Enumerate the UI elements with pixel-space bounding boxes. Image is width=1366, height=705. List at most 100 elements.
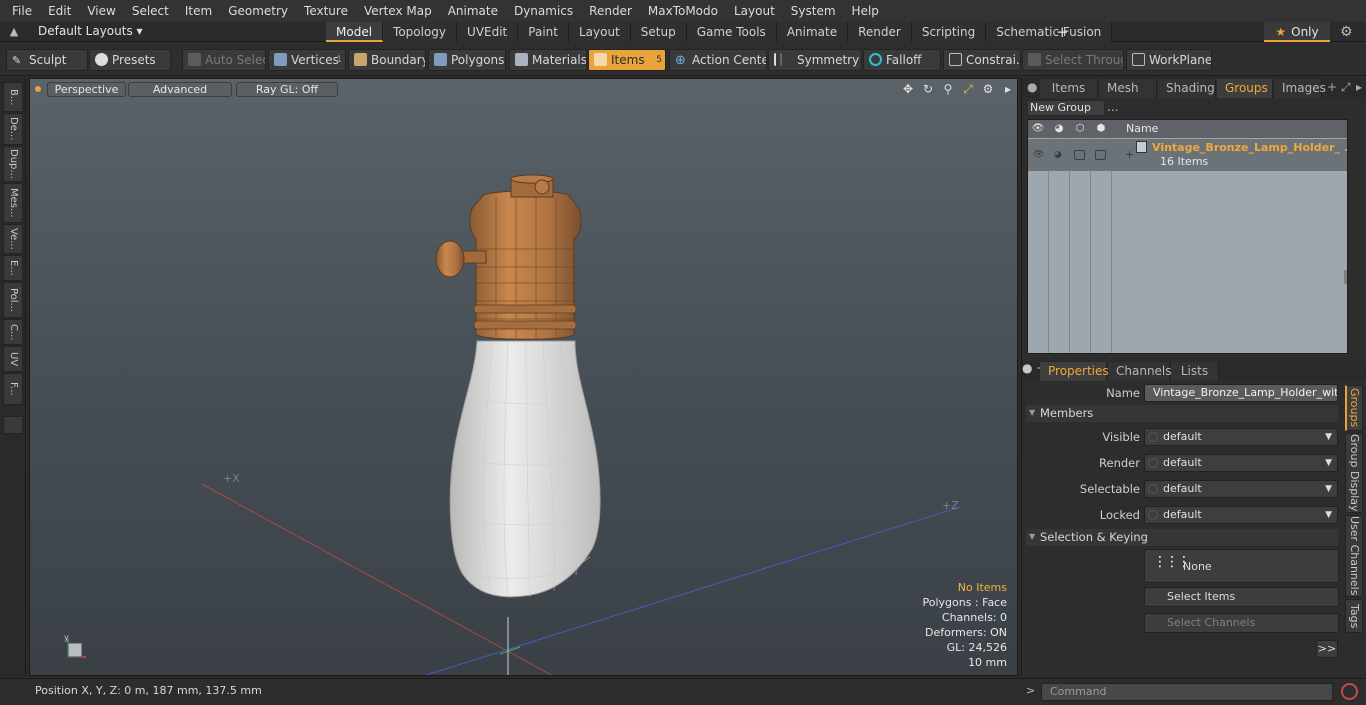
pan-icon[interactable]: ✥: [900, 81, 916, 97]
menu-texture[interactable]: Texture: [296, 0, 356, 22]
polygons-button[interactable]: Polygons: [428, 49, 506, 71]
row-eye-icon[interactable]: 👁: [1033, 150, 1044, 160]
tab-lists[interactable]: Lists: [1171, 362, 1219, 381]
visible-dropdown[interactable]: default ▼: [1144, 428, 1338, 446]
expand-group-icon[interactable]: +: [1125, 148, 1134, 161]
only-toggle[interactable]: ★ Only: [1264, 22, 1330, 42]
list-scrollbar[interactable]: [1344, 270, 1347, 284]
tab-items[interactable]: Items: [1040, 79, 1098, 98]
menu-geometry[interactable]: Geometry: [220, 0, 296, 22]
add-tab-icon[interactable]: +: [1327, 80, 1337, 94]
group-row[interactable]: 👁 ◕ + Vintage_Bronze_Lamp_Holder_ ... 16…: [1028, 139, 1347, 171]
boundary-button[interactable]: Boundary: [348, 49, 426, 71]
constraints-button[interactable]: Constrai...: [943, 49, 1021, 71]
menu-dynamics[interactable]: Dynamics: [506, 0, 581, 22]
group-name-field[interactable]: Vintage_Bronze_Lamp_Holder_with_Li: [1144, 384, 1338, 402]
panel-options-icon[interactable]: ●: [1027, 80, 1037, 94]
left-tab-fusion[interactable]: F...: [3, 373, 23, 405]
shading-button[interactable]: Advanced: [128, 82, 232, 97]
falloff-button[interactable]: Falloff: [863, 49, 941, 71]
left-tab-curve[interactable]: C...: [3, 319, 23, 345]
left-tab-basic[interactable]: B...: [3, 82, 23, 112]
zoom-icon[interactable]: ⚲: [940, 81, 956, 97]
select-items-button[interactable]: Select Items: [1144, 587, 1339, 607]
row-select-checkbox[interactable]: [1074, 150, 1085, 160]
members-section[interactable]: ▼ Members: [1026, 405, 1338, 422]
viewport-more-icon[interactable]: ▸: [1000, 81, 1016, 97]
locked-dropdown[interactable]: default ▼: [1144, 506, 1338, 524]
selection-keying-section[interactable]: ▼ Selection & Keying: [1026, 529, 1338, 546]
tab-animate[interactable]: Animate: [776, 22, 849, 42]
command-input[interactable]: Command: [1041, 683, 1333, 701]
tab-properties[interactable]: Properties: [1040, 362, 1109, 381]
side-tab-group-display[interactable]: Group Display: [1345, 433, 1363, 513]
name-column-header[interactable]: Name: [1126, 122, 1158, 135]
tab-topology[interactable]: Topology: [383, 22, 458, 42]
selectable-dropdown[interactable]: default ▼: [1144, 480, 1338, 498]
left-tab-extra[interactable]: [3, 416, 23, 434]
prop-options-icon[interactable]: ●: [1022, 361, 1032, 375]
menu-select[interactable]: Select: [124, 0, 177, 22]
menu-edit[interactable]: Edit: [40, 0, 79, 22]
menu-layout[interactable]: Layout: [726, 0, 783, 22]
menu-view[interactable]: View: [79, 0, 123, 22]
render-icon[interactable]: ◕: [1052, 122, 1066, 136]
left-tab-deform[interactable]: De...: [3, 113, 23, 145]
tab-images[interactable]: Images: [1274, 79, 1326, 98]
tab-uvedit[interactable]: UVEdit: [457, 22, 519, 42]
tab-scripting[interactable]: Scripting: [911, 22, 987, 42]
gear-icon[interactable]: ⚙: [1340, 24, 1353, 40]
tab-paint[interactable]: Paint: [518, 22, 569, 42]
left-tab-duplicate[interactable]: Dup...: [3, 146, 23, 182]
more-button[interactable]: >>: [1316, 640, 1338, 658]
tab-mesh[interactable]: Mesh ...: [1099, 79, 1157, 114]
tab-groups[interactable]: Groups: [1217, 79, 1273, 98]
workplane-button[interactable]: WorkPlane: [1126, 49, 1212, 71]
tab-channels[interactable]: Channels: [1108, 362, 1172, 381]
collapse-up-icon[interactable]: ▲: [7, 25, 21, 39]
select-cube-icon[interactable]: ⬡: [1073, 122, 1087, 136]
auto-select-button[interactable]: Auto Select: [182, 49, 266, 71]
layout-selector[interactable]: Default Layouts ▾: [38, 24, 143, 38]
maximize-icon[interactable]: ⤢: [960, 81, 976, 97]
tab-setup[interactable]: Setup: [630, 22, 687, 42]
presets-button[interactable]: Presets: [89, 49, 171, 71]
items-button[interactable]: Items 5: [588, 49, 666, 71]
lock-cube-icon[interactable]: ⬢: [1094, 122, 1108, 136]
row-lock-checkbox[interactable]: [1095, 150, 1106, 160]
side-tab-user-channels[interactable]: User Channels: [1345, 515, 1363, 597]
eye-icon[interactable]: 👁: [1031, 122, 1045, 136]
vertices-button[interactable]: Vertices 1: [268, 49, 346, 71]
left-tab-vertex[interactable]: Ve...: [3, 224, 23, 254]
tab-model[interactable]: Model: [326, 22, 384, 42]
rotate-icon[interactable]: ↻: [920, 81, 936, 97]
materials-button[interactable]: Materials: [509, 49, 587, 71]
menu-maxtomodo[interactable]: MaxToModo: [640, 0, 726, 22]
tab-schematic-fusion[interactable]: Schematic Fusion: [986, 22, 1113, 42]
locked-key-dot[interactable]: [1148, 510, 1158, 520]
visible-key-dot[interactable]: [1148, 432, 1158, 442]
left-tab-uv[interactable]: UV: [3, 346, 23, 372]
side-tab-groups[interactable]: Groups: [1345, 385, 1363, 431]
menu-animate[interactable]: Animate: [440, 0, 506, 22]
action-center-button[interactable]: ⊕ Action Center: [669, 49, 767, 71]
3d-viewport[interactable]: +X +Z y Perspective Advanced Ray GL: Off…: [29, 78, 1018, 676]
left-tab-polygon[interactable]: Pol...: [3, 282, 23, 318]
side-tab-tags[interactable]: Tags: [1345, 599, 1363, 633]
menu-system[interactable]: System: [783, 0, 844, 22]
sculpt-button[interactable]: ✎ Sculpt: [6, 49, 88, 71]
new-group-button[interactable]: New Group: [1027, 100, 1105, 116]
menu-vertex-map[interactable]: Vertex Map: [356, 0, 440, 22]
menu-item[interactable]: Item: [177, 0, 220, 22]
menu-file[interactable]: File: [4, 0, 40, 22]
expand-icon[interactable]: ⤢: [1341, 80, 1351, 95]
keying-none-button[interactable]: ⋮⋮⋮ None: [1144, 549, 1339, 583]
menu-help[interactable]: Help: [844, 0, 887, 22]
row-render-icon[interactable]: ◕: [1054, 150, 1065, 160]
add-tab-icon[interactable]: +: [1056, 23, 1069, 41]
viewport-settings-icon[interactable]: ⚙: [980, 81, 996, 97]
left-tab-edge[interactable]: E...: [3, 255, 23, 281]
render-key-dot[interactable]: [1148, 458, 1158, 468]
menu-render[interactable]: Render: [581, 0, 640, 22]
tab-layout[interactable]: Layout: [568, 22, 631, 42]
